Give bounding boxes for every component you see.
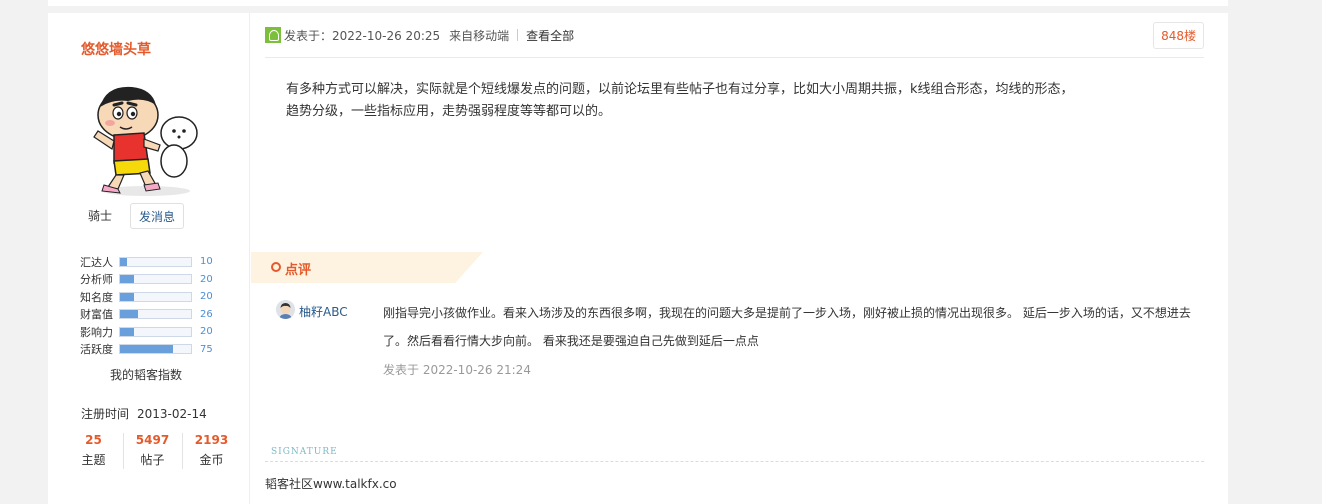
stat-row: 影响力 20 <box>80 323 220 341</box>
stat-bar <box>119 274 192 285</box>
stat-value: 10 <box>200 256 213 268</box>
stat-bar-fill <box>120 257 128 266</box>
signature-label: SIGNATURE <box>271 447 338 457</box>
comment-time: 发表于 2022-10-26 21:24 <box>383 363 531 377</box>
count-posts[interactable]: 5497 帖子 <box>123 431 182 469</box>
stat-bar-fill <box>120 327 135 336</box>
stat-value: 20 <box>200 273 213 285</box>
comment-text: 刚指导完小孩做作业。看来入场涉及的东西很多啊，我现在的问题大多是提前了一步入场，… <box>383 306 1191 348</box>
count-label: 金币 <box>199 453 224 467</box>
author-rank: 骑士 <box>88 209 113 223</box>
post-body: 有多种方式可以解决，实际就是个短线爆发点的问题，以前论坛里有些帖子也有过分享，比… <box>286 82 1074 119</box>
divider <box>265 57 1204 58</box>
review-title: 点评 <box>285 263 312 278</box>
stat-row: 知名度 20 <box>80 288 220 306</box>
register-date: 2013-02-14 <box>137 407 207 421</box>
signature-divider <box>265 461 1204 462</box>
commenter-username[interactable]: 柚籽ABC <box>299 303 348 320</box>
post-source: 来自移动端 <box>449 28 510 43</box>
post-time: 发表于：2022-10-26 20:25 <box>284 28 441 43</box>
count-threads[interactable]: 25 主题 <box>64 431 123 468</box>
count-coins[interactable]: 2193 金币 <box>182 431 241 469</box>
register-label: 注册时间 <box>81 407 130 421</box>
top-strip <box>48 0 1228 6</box>
stat-row: 分析师 20 <box>80 271 220 289</box>
stat-label: 活跃度 <box>80 343 113 357</box>
index-link[interactable]: 我的韬客指数 <box>110 366 182 383</box>
send-message-button[interactable]: 发消息 <box>130 203 184 229</box>
stat-bar <box>119 326 192 337</box>
stat-bar-fill <box>120 275 135 284</box>
stat-bar-fill <box>120 292 135 301</box>
signature-text: 韬客社区www.talkfx.co <box>265 477 397 491</box>
circle-icon <box>271 262 281 272</box>
author-panel: 悠悠墙头草 骑士 发消息 汇达人 10 分析师 20 知名度 20 财富值 26… <box>48 13 250 504</box>
stat-row: 汇达人 10 <box>80 253 220 271</box>
author-avatar[interactable] <box>84 71 212 199</box>
author-counts: 25 主题 5497 帖子 2193 金币 <box>64 431 242 469</box>
stat-value: 26 <box>200 308 213 320</box>
stat-value: 75 <box>200 343 213 355</box>
count-number: 2193 <box>194 433 229 447</box>
stat-label: 知名度 <box>80 290 113 304</box>
stat-bar <box>119 309 192 320</box>
post-meta: 发表于：2022-10-26 20:25 来自移动端 查看全部 <box>265 26 574 44</box>
count-label: 帖子 <box>140 453 165 467</box>
stat-bar <box>119 291 192 302</box>
stat-bar <box>119 344 192 355</box>
stat-label: 财富值 <box>80 308 113 322</box>
stat-row: 财富值 26 <box>80 306 220 324</box>
meta-divider <box>517 29 519 41</box>
stat-label: 分析师 <box>80 273 113 287</box>
post-container: 悠悠墙头草 骑士 发消息 汇达人 10 分析师 20 知名度 20 财富值 26… <box>48 13 1228 504</box>
post-content: 发表于：2022-10-26 20:25 来自移动端 查看全部 848楼 有多种… <box>251 13 1228 504</box>
author-stats: 汇达人 10 分析师 20 知名度 20 财富值 26 影响力 20 活跃度 7… <box>80 253 220 358</box>
author-username[interactable]: 悠悠墙头草 <box>81 39 151 59</box>
review-header: 点评 <box>251 252 483 283</box>
stat-value: 20 <box>200 291 213 303</box>
count-label: 主题 <box>81 453 106 467</box>
count-number: 5497 <box>135 433 170 447</box>
view-all-link[interactable]: 查看全部 <box>526 27 574 44</box>
stat-bar-fill <box>120 310 139 319</box>
floor-number[interactable]: 848楼 <box>1153 22 1204 49</box>
stat-bar-fill <box>120 345 174 354</box>
user-online-icon <box>265 27 281 43</box>
stat-label: 影响力 <box>80 325 113 339</box>
commenter-avatar[interactable] <box>276 300 295 319</box>
count-number: 25 <box>85 433 102 447</box>
stat-value: 20 <box>200 326 213 338</box>
stat-bar <box>119 256 192 267</box>
stat-label: 汇达人 <box>80 255 113 269</box>
register-info: 注册时间 2013-02-14 <box>81 405 207 422</box>
stat-row: 活跃度 75 <box>80 341 220 359</box>
